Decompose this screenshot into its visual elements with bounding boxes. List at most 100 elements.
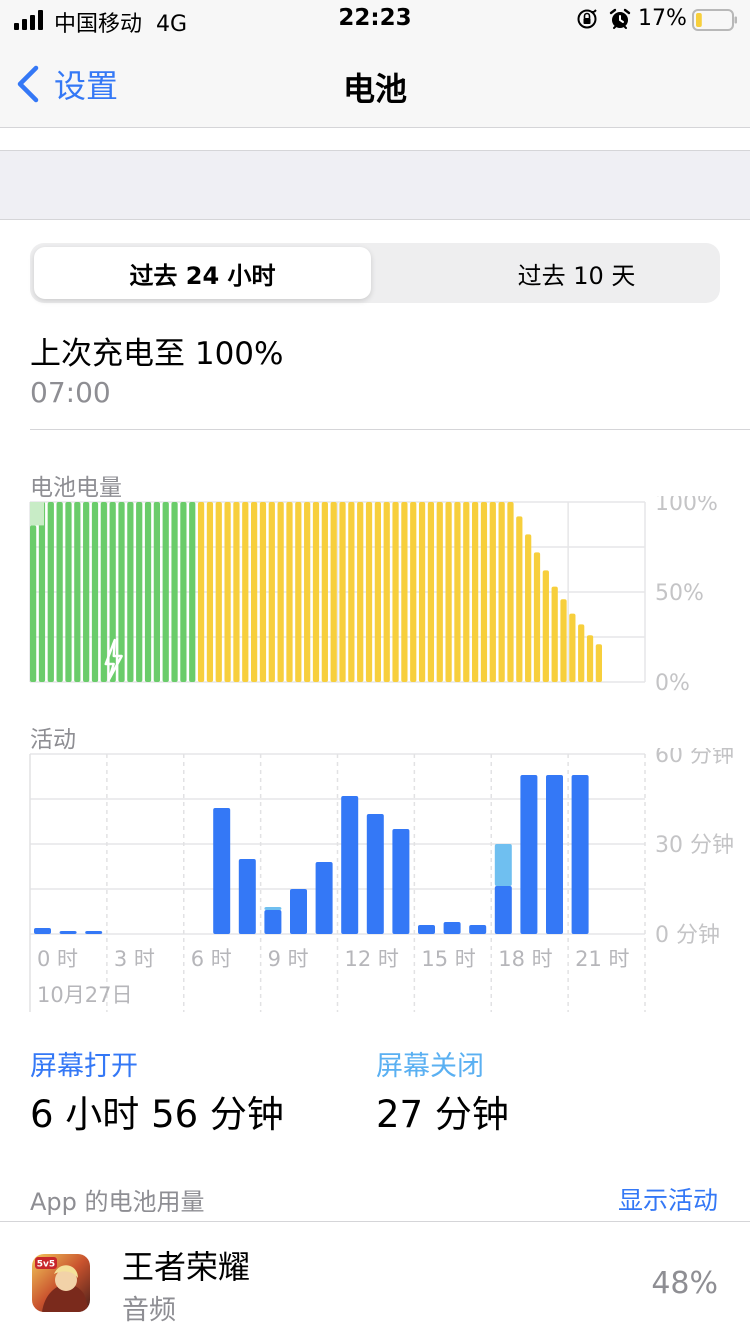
battery-level-bar bbox=[480, 502, 488, 682]
battery-level-bar bbox=[127, 502, 134, 682]
battery-level-bar bbox=[542, 570, 549, 682]
segment-last-24-hours[interactable]: 过去 24 小时 bbox=[34, 247, 371, 299]
battery-charging-stripe bbox=[30, 502, 44, 526]
activity-date-label: 10月27日 bbox=[37, 983, 132, 1007]
battery-level-bar bbox=[251, 502, 258, 682]
battery-level-bar bbox=[569, 613, 576, 682]
battery-level-bar bbox=[215, 502, 222, 682]
battery-level-bar bbox=[65, 502, 72, 682]
screen-on-bar bbox=[520, 775, 538, 934]
screen-on-bar bbox=[341, 796, 359, 934]
screen-off-bar bbox=[264, 907, 282, 910]
screen-on-bar bbox=[418, 925, 435, 934]
battery-level-bar bbox=[427, 502, 435, 682]
battery-level-bar bbox=[339, 502, 346, 682]
battery-level-bar bbox=[498, 502, 505, 682]
orientation-lock-icon bbox=[577, 9, 597, 29]
activity-x-tick: 3 时 bbox=[114, 947, 155, 971]
battery-level-bar bbox=[551, 586, 558, 682]
screen-on-bar bbox=[238, 859, 256, 934]
battery-level-bar bbox=[30, 525, 37, 682]
battery-level-bar bbox=[189, 502, 196, 682]
app-list-item[interactable]: 5v5 王者荣耀 音频 48% bbox=[0, 1222, 750, 1334]
time-range-segmented-control: 过去 24 小时 过去 10 天 bbox=[30, 243, 720, 303]
battery-level-bar bbox=[560, 599, 567, 682]
battery-y-tick: 0% bbox=[655, 671, 690, 696]
screen-on-label: 屏幕打开 bbox=[30, 1051, 138, 1082]
screen-on-bar bbox=[443, 922, 461, 934]
battery-level-bar bbox=[136, 502, 143, 682]
nav-bar: 设置 电池 bbox=[0, 40, 750, 128]
battery-level-bar bbox=[206, 502, 214, 682]
screen-on-bar bbox=[290, 889, 307, 934]
battery-level-bar bbox=[383, 502, 390, 682]
activity-x-tick: 0 时 bbox=[37, 947, 78, 971]
battery-icon bbox=[692, 9, 737, 31]
battery-level-bar bbox=[516, 516, 523, 682]
battery-level-bar bbox=[321, 502, 328, 682]
screen-off-label: 屏幕关闭 bbox=[376, 1051, 484, 1082]
activity-chart: 60 分钟 30 分钟 0 分钟 0 时 3 时 6 时 9 时 12 时 15 时 18 时 21… bbox=[29, 748, 734, 1012]
last-charge-time: 07:00 bbox=[30, 376, 111, 409]
screen-on-value: 6 小时 56 分钟 bbox=[30, 1093, 284, 1136]
screen-on-bar bbox=[85, 931, 103, 934]
battery-level-bar bbox=[586, 635, 594, 682]
battery-level-bar bbox=[401, 502, 408, 682]
battery-level-bar bbox=[410, 502, 417, 682]
battery-level-bar bbox=[233, 502, 240, 682]
battery-level-bar bbox=[533, 552, 541, 682]
battery-level-bar bbox=[153, 502, 160, 682]
battery-level-bar bbox=[100, 502, 107, 682]
battery-level-bar bbox=[365, 502, 373, 682]
show-activity-button[interactable]: 显示活动 bbox=[618, 1181, 718, 1217]
screen-on-bar bbox=[213, 808, 231, 934]
screen-on-bar bbox=[59, 931, 77, 934]
battery-level-bar bbox=[171, 502, 178, 682]
screen-on-bar bbox=[34, 928, 51, 934]
activity-x-tick: 9 时 bbox=[268, 947, 309, 971]
battery-level-bar bbox=[436, 502, 443, 682]
svg-text:5v5: 5v5 bbox=[37, 1260, 55, 1270]
battery-level-bar bbox=[525, 534, 532, 682]
battery-level-bar bbox=[286, 502, 293, 682]
battery-level-bar bbox=[74, 502, 81, 682]
last-charge-title: 上次充电至 100% bbox=[30, 336, 284, 372]
battery-level-bar bbox=[268, 502, 275, 682]
screen-on-bar bbox=[392, 829, 410, 934]
segment-last-10-days[interactable]: 过去 10 天 bbox=[408, 247, 745, 299]
status-bar: 中国移动 4G 22:23 17% bbox=[0, 0, 750, 40]
battery-level-bar bbox=[242, 502, 249, 682]
battery-y-tick: 100% bbox=[655, 496, 718, 516]
activity-x-tick: 18 时 bbox=[498, 947, 552, 971]
battery-percent: 17% bbox=[638, 6, 687, 31]
battery-level-bar bbox=[374, 502, 381, 682]
battery-level-bar bbox=[454, 502, 461, 682]
battery-level-bar bbox=[144, 502, 152, 682]
battery-level-bar bbox=[83, 502, 90, 682]
screen-on-bar bbox=[366, 814, 384, 934]
battery-level-bar bbox=[180, 502, 187, 682]
battery-level-bar bbox=[47, 502, 54, 682]
battery-level-bar bbox=[312, 502, 320, 682]
activity-y-tick: 0 分钟 bbox=[655, 923, 720, 948]
screen-on-bar bbox=[469, 925, 487, 934]
activity-x-tick: 12 时 bbox=[345, 947, 399, 971]
activity-x-tick: 6 时 bbox=[191, 947, 232, 971]
screen-off-bar bbox=[494, 844, 512, 886]
battery-level-bar bbox=[595, 644, 602, 682]
battery-level-bar bbox=[472, 502, 479, 682]
battery-level-bar bbox=[507, 502, 514, 682]
battery-level-bar bbox=[392, 502, 399, 682]
battery-level-bar bbox=[489, 502, 496, 682]
screen-on-bar bbox=[264, 910, 282, 934]
battery-level-bar bbox=[463, 502, 470, 682]
battery-level-bar bbox=[445, 502, 452, 682]
section-separator bbox=[0, 150, 750, 220]
battery-level-bar bbox=[56, 502, 63, 682]
battery-level-bar bbox=[259, 502, 267, 682]
app-name: 王者荣耀 bbox=[122, 1248, 251, 1286]
app-usage-type: 音频 bbox=[122, 1295, 176, 1326]
app-battery-percent: 48% bbox=[651, 1266, 718, 1301]
divider bbox=[30, 429, 750, 430]
battery-level-bar bbox=[38, 502, 46, 682]
